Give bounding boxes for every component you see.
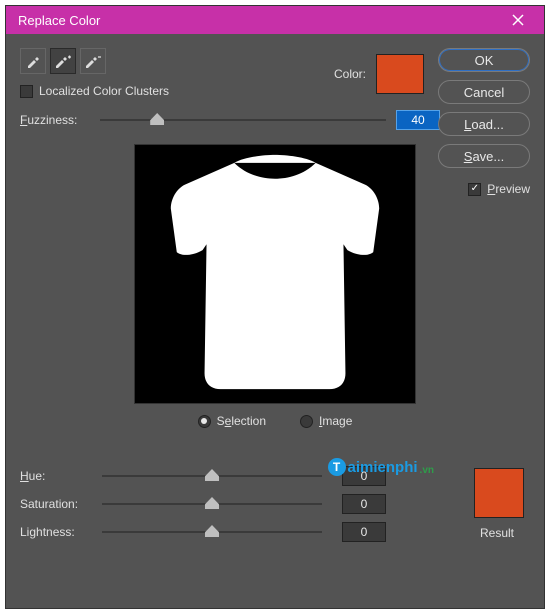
preview-mode-radios: Selection Image [20,414,530,428]
saturation-input[interactable] [342,494,386,514]
titlebar[interactable]: Replace Color [6,6,544,34]
radio-image[interactable]: Image [300,414,352,428]
tshirt-mask-icon [135,145,415,403]
fuzziness-input[interactable] [396,110,440,130]
radio-selection-label: Selection [217,414,266,428]
hue-row: Hue: [20,466,530,486]
radio-dot-icon [300,415,313,428]
radio-selection[interactable]: Selection [198,414,266,428]
load-button[interactable]: Load... [438,112,530,136]
color-swatch[interactable] [376,54,424,94]
preview-checkbox[interactable] [468,183,481,196]
cancel-button[interactable]: Cancel [438,80,530,104]
preview-toggle[interactable]: Preview [438,182,530,196]
close-icon [512,14,524,26]
dialog-buttons: OK Cancel Load... Save... Preview [438,48,530,196]
replace-color-dialog: Replace Color [5,5,545,609]
saturation-slider[interactable] [102,494,322,514]
radio-image-label: Image [319,414,352,428]
eyedropper-add-tool[interactable] [50,48,76,74]
adjustment-section: Hue: Saturation: Lightness: [20,466,530,542]
eyedropper-sub-tool[interactable] [80,48,106,74]
saturation-label: Saturation: [20,497,92,511]
lightness-input[interactable] [342,522,386,542]
hue-slider[interactable] [102,466,322,486]
save-button[interactable]: Save... [438,144,530,168]
window-title: Replace Color [18,13,100,28]
result-swatch[interactable] [474,468,524,518]
color-source-area: Color: [334,54,424,94]
localized-clusters-checkbox[interactable] [20,85,33,98]
radio-dot-icon [198,415,211,428]
selection-preview[interactable] [134,144,416,404]
eyedropper-plus-icon [54,53,72,69]
lightness-label: Lightness: [20,525,92,539]
eyedropper-minus-icon [84,53,102,69]
result-label: Result [470,526,524,540]
localized-clusters-label: Localized Color Clusters [39,84,169,98]
watermark-icon: T [328,458,346,476]
watermark-suffix: .vn [420,465,434,476]
lightness-slider[interactable] [102,522,322,542]
fuzziness-row: Fuzziness: [20,110,440,130]
preview-label: Preview [487,182,530,196]
watermark-text: aimienphi [348,459,418,476]
ok-button[interactable]: OK [438,48,530,72]
slider-thumb[interactable] [205,525,219,537]
eyedropper-icon [25,53,41,69]
dialog-body: Color: OK Cancel Load... Save... Preview… [6,34,544,562]
slider-track [100,119,386,121]
color-label: Color: [334,67,366,81]
lightness-row: Lightness: [20,522,530,542]
slider-thumb[interactable] [205,497,219,509]
hue-label: Hue: [20,469,92,483]
fuzziness-slider[interactable] [100,110,386,130]
saturation-row: Saturation: [20,494,530,514]
watermark: T aimienphi .vn [328,458,434,476]
fuzziness-label: Fuzziness: [20,113,90,127]
slider-thumb[interactable] [205,469,219,481]
eyedropper-tool[interactable] [20,48,46,74]
close-button[interactable] [498,8,538,32]
slider-thumb[interactable] [150,113,164,125]
